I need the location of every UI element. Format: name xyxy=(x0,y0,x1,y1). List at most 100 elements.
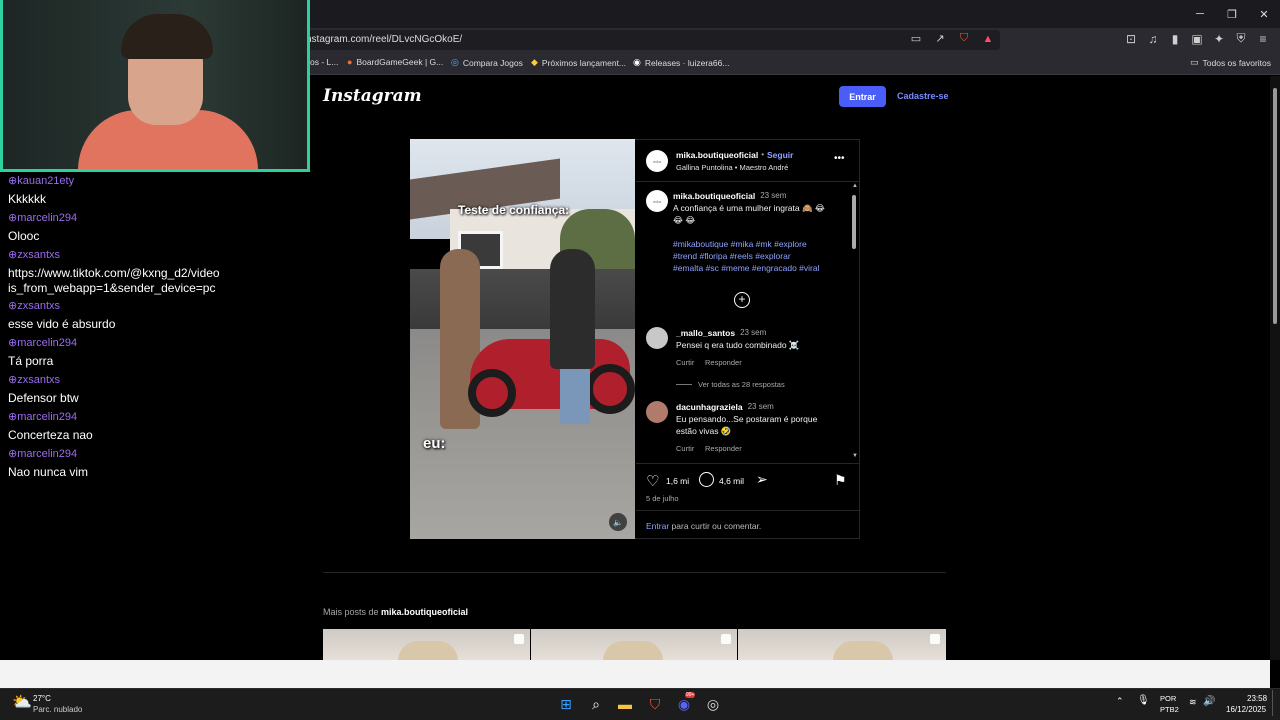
thumbnail-hair xyxy=(833,641,893,660)
more-post-thumbnail[interactable] xyxy=(531,629,737,660)
language-bottom[interactable]: PTB2 xyxy=(1160,705,1179,714)
comment-icon[interactable] xyxy=(699,472,714,487)
caption-avatar[interactable]: mika xyxy=(646,190,668,212)
chat-username: ⊕zxsantxs xyxy=(8,374,61,386)
more-options-icon[interactable]: ••• xyxy=(834,153,845,164)
bookmark-item[interactable]: ◆ Próximos lançament... xyxy=(531,57,626,68)
chat-message-continued: is_from_webapp=1&sender_device=pc xyxy=(8,281,216,295)
chat-message: esse vido é absurdo xyxy=(8,317,116,331)
mute-button[interactable]: 🔈 xyxy=(609,513,627,531)
wifi-icon[interactable]: ≋ xyxy=(1189,697,1197,708)
instagram-logo[interactable]: Instagram xyxy=(323,86,422,106)
like-comment-button[interactable]: Curtir xyxy=(676,358,694,367)
leo-icon[interactable]: ✦ xyxy=(1212,32,1226,46)
login-button[interactable]: Entrar xyxy=(839,86,886,107)
video-rider xyxy=(550,249,595,369)
bookmark-label: Releases · luizera66... xyxy=(644,57,730,68)
clock-time[interactable]: 23:58 xyxy=(1247,694,1267,703)
view-replies-button[interactable]: Ver todas as 28 respostas xyxy=(698,380,785,389)
wallet-icon[interactable]: ▣ xyxy=(1190,32,1204,46)
more-posts-author[interactable]: mika.boutiqueoficial xyxy=(381,607,468,617)
follow-link[interactable]: Seguir xyxy=(767,150,793,160)
chat-username: ⊕marcelin294 xyxy=(8,448,78,460)
caption-author[interactable]: mika.boutiqueoficial xyxy=(673,191,755,201)
windows-start-icon[interactable]: ⊞ xyxy=(556,694,576,714)
login-prompt-link[interactable]: Entrar xyxy=(646,521,669,531)
hashtags-line[interactable]: #mikaboutique #mika #mk #explore xyxy=(673,239,807,249)
share-icon[interactable]: ↗ xyxy=(932,32,948,45)
reply-button[interactable]: Responder xyxy=(705,444,742,453)
login-prompt: Entrar para curtir ou comentar. xyxy=(646,521,761,531)
caption-header: mika.boutiqueoficial 23 sem xyxy=(673,191,786,201)
signup-link[interactable]: Cadastre-se xyxy=(897,91,949,101)
diamond-icon: ◆ xyxy=(531,57,538,67)
bookmark-item[interactable]: os - L... xyxy=(310,57,338,67)
brave-browser-icon[interactable]: ⛉ xyxy=(645,694,665,714)
comment-text-continued: estão vivas 🤣 xyxy=(676,426,732,436)
search-icon[interactable]: ⌕ xyxy=(586,694,606,714)
microphone-icon[interactable]: 🎙 xyxy=(1137,695,1150,706)
more-post-thumbnail[interactable] xyxy=(323,629,530,660)
comment-user[interactable]: dacunhagraziela xyxy=(676,402,743,412)
chat-username-text: marcelin294 xyxy=(17,411,78,423)
brave-shields-icon[interactable]: ⛉ xyxy=(956,32,972,45)
comments-scrollbar[interactable]: ▲ ▼ xyxy=(851,183,858,461)
weather-temp[interactable]: 27°C xyxy=(33,694,51,703)
scroll-up-icon[interactable]: ▲ xyxy=(852,183,858,189)
show-desktop[interactable] xyxy=(1272,690,1276,716)
bookmark-item[interactable]: ◎ Compara Jogos xyxy=(451,57,523,68)
all-bookmarks[interactable]: ▭ Todos os favoritos xyxy=(1190,57,1271,68)
minimize-icon[interactable]: ─ xyxy=(1184,0,1216,28)
close-icon[interactable]: ✕ xyxy=(1248,0,1280,28)
audio-info[interactable]: Gallina Puntolina • Maestro André xyxy=(676,163,788,172)
reply-button[interactable]: Responder xyxy=(705,358,742,367)
comment-user[interactable]: _mallo_santos xyxy=(676,328,735,338)
compara-jogos-icon: ◎ xyxy=(451,57,459,67)
cast-icon[interactable]: ▭ xyxy=(908,32,924,45)
bookmark-item[interactable]: ◉ Releases · luizera66... xyxy=(633,57,729,68)
volume-icon[interactable]: 🔊 xyxy=(1203,696,1215,707)
more-posts-prefix: Mais posts de xyxy=(323,607,379,617)
brave-rewards-icon[interactable]: ▲ xyxy=(980,33,996,45)
share-icon[interactable]: ➢ xyxy=(756,471,768,488)
bookmark-icon[interactable]: ⚑ xyxy=(834,472,847,489)
avatar-text: mika xyxy=(652,198,662,204)
obs-icon[interactable]: ◎ xyxy=(703,694,723,714)
like-comment-button[interactable]: Curtir xyxy=(676,444,694,453)
file-explorer-icon[interactable]: ▬ xyxy=(615,694,635,714)
chat-username: ⊕kauan21ety xyxy=(8,175,75,187)
more-post-thumbnail[interactable] xyxy=(738,629,946,660)
comment-header: _mallo_santos 23 sem xyxy=(676,328,766,338)
avatar-text: mika xyxy=(652,158,662,164)
load-more-icon[interactable]: + xyxy=(734,292,750,308)
post-author[interactable]: mika.boutiqueoficial xyxy=(676,150,758,160)
stream-chat: ⊕kauan21ety Kkkkkk ⊕marcelin294 Olooc ⊕z… xyxy=(0,172,310,660)
hashtags-line[interactable]: #trend #floripa #reels #explorar xyxy=(673,251,791,261)
commenter-avatar[interactable] xyxy=(646,401,668,423)
tray-chevron-icon[interactable]: ⌃ xyxy=(1116,696,1124,707)
divider xyxy=(636,463,859,464)
bookmark-item[interactable]: ● BoardGameGeek | G... xyxy=(347,57,443,67)
weather-icon[interactable]: ⛅ xyxy=(12,692,32,712)
section-divider xyxy=(323,572,946,573)
scrollbar-thumb[interactable] xyxy=(1273,88,1277,324)
bookmark-label: BoardGameGeek | G... xyxy=(356,57,444,67)
sidebar-icon[interactable]: ▮ xyxy=(1168,32,1182,46)
chat-message: Kkkkkk xyxy=(8,192,47,206)
media-icon[interactable]: ♫ xyxy=(1146,32,1160,46)
reel-video[interactable]: Teste de confiança: eu: 🔈 xyxy=(410,139,635,539)
caption-emoji: 😂 😂 xyxy=(673,215,696,225)
author-avatar[interactable]: mika xyxy=(646,150,668,172)
hashtags-line[interactable]: #emalta #sc #meme #engracado #viral xyxy=(673,263,819,273)
language-top[interactable]: POR xyxy=(1160,694,1176,703)
commenter-avatar[interactable] xyxy=(646,327,668,349)
restore-icon[interactable]: ❐ xyxy=(1216,0,1248,28)
clock-date[interactable]: 16/12/2025 xyxy=(1226,705,1266,714)
comments-scroll-thumb[interactable] xyxy=(852,195,856,249)
vpn-icon[interactable]: ⛨ xyxy=(1234,31,1248,46)
menu-icon[interactable]: ≡ xyxy=(1256,32,1270,46)
scroll-down-icon[interactable]: ▼ xyxy=(852,453,858,459)
weather-desc[interactable]: Parc. nublado xyxy=(33,705,82,714)
heart-icon[interactable]: ♡ xyxy=(646,472,659,490)
screenshot-icon[interactable]: ⊡ xyxy=(1124,32,1138,46)
